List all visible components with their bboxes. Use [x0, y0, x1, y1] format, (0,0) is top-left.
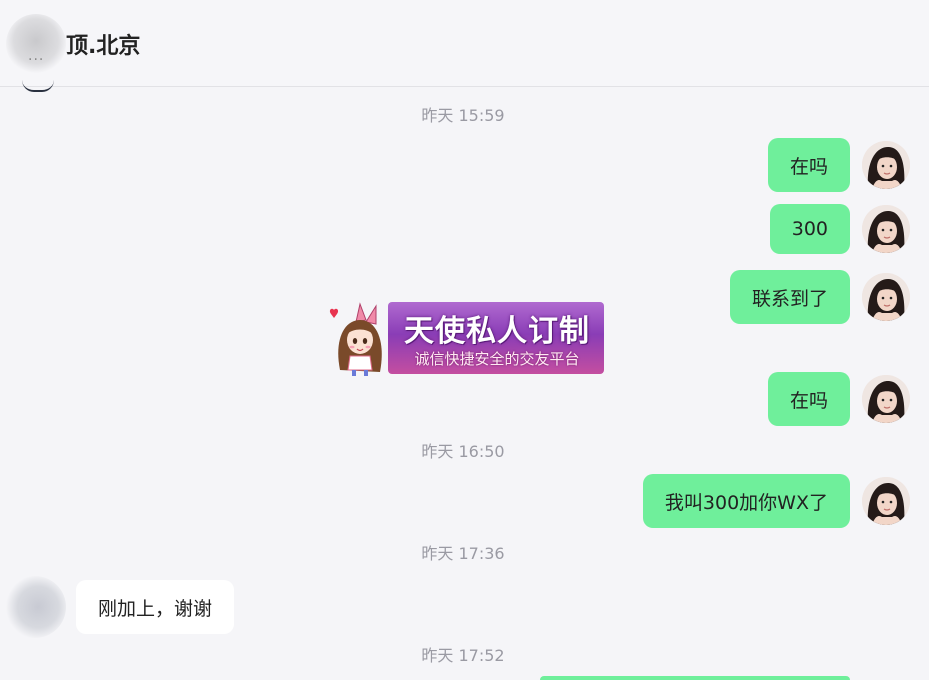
self-avatar[interactable] [862, 141, 910, 189]
message-bubble-outgoing[interactable]: 联系到了 [729, 270, 850, 324]
message-bubble-outgoing[interactable]: 在吗 [767, 372, 850, 426]
ad-watermark: 天使私人订制 诚信快捷安全的交友平台 [326, 300, 606, 378]
message-bubble-outgoing[interactable]: 在吗 [767, 138, 850, 192]
message-bubble-outgoing-partial[interactable] [540, 676, 850, 680]
message-row-outgoing: 在吗 [767, 138, 910, 192]
message-row-outgoing: 300 [769, 204, 910, 254]
message-timestamp: 昨天 17:52 [421, 646, 505, 665]
chat-header: ... 顶.北京 [0, 0, 929, 87]
message-timestamp: 昨天 15:59 [421, 106, 505, 125]
message-row-incoming: 刚加上，谢谢 [0, 576, 235, 638]
contact-name: 顶.北京 [66, 34, 141, 59]
self-avatar[interactable] [862, 273, 910, 321]
message-timestamp: 昨天 16:50 [421, 442, 505, 461]
ad-title: 天使私人订制 [404, 314, 590, 349]
self-avatar[interactable] [862, 205, 910, 253]
message-timestamp: 昨天 17:36 [421, 544, 505, 563]
scrolled-avatar-edge [22, 80, 54, 92]
contact-name-blurred-prefix: ... [28, 48, 45, 64]
self-avatar[interactable] [862, 375, 910, 423]
message-row-outgoing: 我叫300加你WX了 [642, 474, 910, 528]
contact-avatar[interactable] [6, 14, 66, 74]
message-row-outgoing: 在吗 [767, 372, 910, 426]
ad-subtitle: 诚信快捷安全的交友平台 [414, 350, 580, 368]
ad-mascot-icon [329, 302, 382, 376]
contact-avatar[interactable] [4, 576, 66, 638]
message-row-outgoing: 联系到了 [729, 270, 910, 324]
ad-banner: 天使私人订制 诚信快捷安全的交友平台 [388, 302, 604, 374]
self-avatar[interactable] [862, 477, 910, 525]
message-bubble-incoming[interactable]: 刚加上，谢谢 [76, 580, 235, 634]
message-bubble-outgoing[interactable]: 300 [769, 204, 850, 254]
message-bubble-outgoing[interactable]: 我叫300加你WX了 [642, 474, 850, 528]
